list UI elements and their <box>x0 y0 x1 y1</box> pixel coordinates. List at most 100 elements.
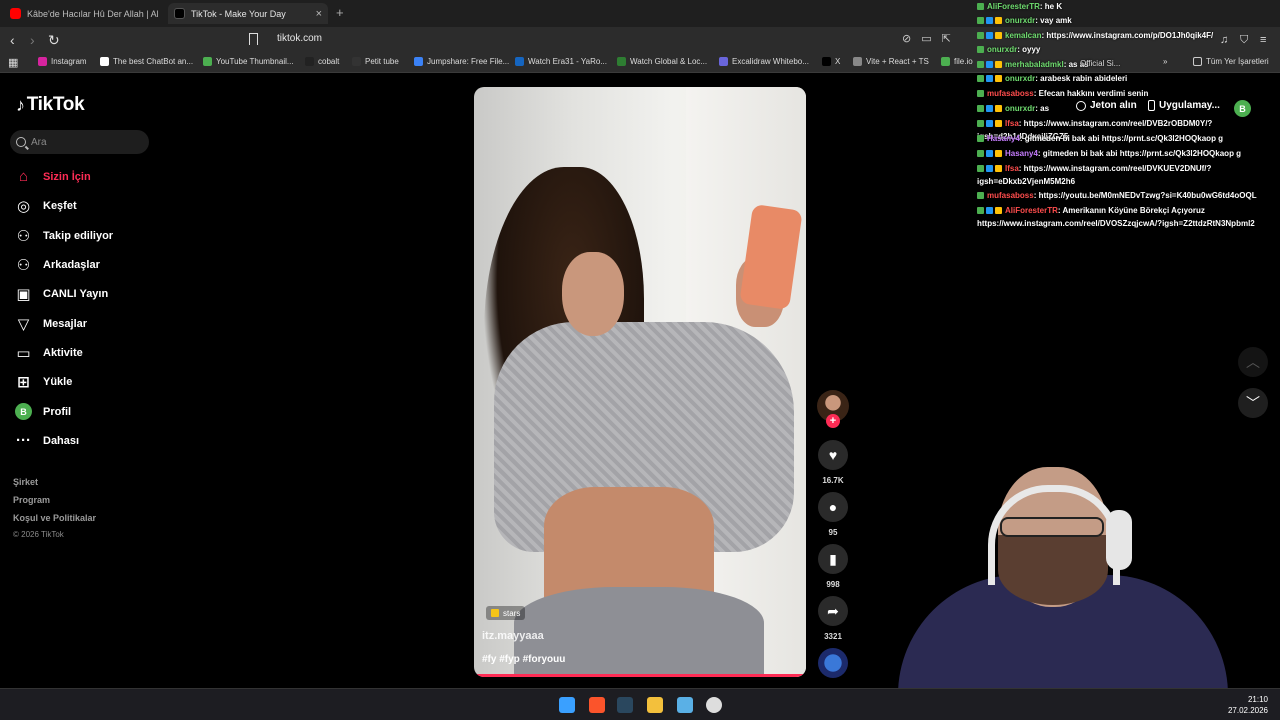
instagram-icon <box>38 57 47 66</box>
sidebar-item-activity[interactable]: ▭ Aktivite <box>14 343 82 362</box>
footer-link-program[interactable]: Program <box>13 495 50 505</box>
previous-video-button[interactable]: ︿ <box>1238 347 1268 377</box>
tab-youtube[interactable]: Kâbe'de Hacılar Hû Der Allah | Abdur <box>4 3 164 24</box>
bookmark-item[interactable]: file.io <box>941 57 973 66</box>
bookmark-item[interactable]: Vite + React + TS <box>853 57 929 66</box>
heart-icon: ♥ <box>828 447 838 463</box>
chat-username: mufasaboss <box>987 191 1034 200</box>
bookmark-label: file.io <box>954 57 973 66</box>
sidebar-item-upload[interactable]: ⊞ Yükle <box>14 372 72 391</box>
fileio-icon <box>941 57 950 66</box>
bookmark-item[interactable]: Petit tube <box>352 57 399 66</box>
tiktok-logo[interactable]: ♪ TikTok <box>16 94 85 116</box>
url-field[interactable]: tiktok.com <box>277 33 322 44</box>
windows-start-icon[interactable] <box>559 697 575 713</box>
bookmark-item[interactable]: cobalt <box>305 57 339 66</box>
chat-username: onurxdr <box>1005 16 1036 25</box>
chat-text: : arabesk rabin abideleri <box>1035 74 1128 83</box>
footer-link-company[interactable]: Şirket <box>13 477 38 487</box>
live-icon: ▣ <box>16 285 31 303</box>
sidebar-item-user-plus[interactable]: ⚇ Takip ediliyor <box>14 226 113 245</box>
clock-time: 21:10 <box>1247 695 1268 704</box>
reload-icon[interactable]: ↻ <box>48 32 60 48</box>
bookmark-item[interactable]: Jumpshare: Free File... <box>414 57 509 66</box>
chat-badge-icon <box>977 120 984 127</box>
petit-tube-icon <box>352 57 361 66</box>
sidebar-item-more[interactable]: ··· Dahası <box>14 431 79 450</box>
share-button[interactable]: ➦ <box>818 596 848 626</box>
comment-icon: ● <box>828 499 838 515</box>
file-explorer-icon[interactable] <box>647 697 663 713</box>
video-badge-label: stars <box>503 608 521 618</box>
video-progress-bar[interactable] <box>474 674 806 677</box>
video-hashtags[interactable]: #fy #fyp #foryouu <box>482 654 565 665</box>
sidebar-item-label: Arkadaşlar <box>43 258 100 271</box>
mute-icon[interactable]: ⊘ <box>902 32 911 45</box>
chat-username: AliForesterTR <box>987 2 1040 11</box>
bookmark-item[interactable]: The best ChatBot an... <box>100 57 193 66</box>
comment-count: 95 <box>828 528 838 537</box>
logo-text: TikTok <box>26 94 85 115</box>
video-username[interactable]: itz.mayyaaa <box>482 630 544 642</box>
share-count: 3321 <box>824 632 842 641</box>
music-disc-icon[interactable] <box>818 648 848 678</box>
system-clock[interactable]: 21:10 27.02.2026 <box>1226 694 1268 716</box>
profile-avatar: B <box>15 403 32 420</box>
taskbar: 21:10 27.02.2026 <box>0 688 1280 720</box>
video-badge[interactable]: stars <box>486 606 526 620</box>
sidebar-item-message[interactable]: ▽ Mesajlar <box>14 314 87 333</box>
footer-link-terms[interactable]: Koşul ve Politikalar <box>13 513 96 523</box>
next-video-button[interactable]: ﹀ <box>1238 388 1268 418</box>
youtube-icon <box>10 8 21 19</box>
photos-icon[interactable] <box>677 697 693 713</box>
follow-plus-icon[interactable]: + <box>826 414 840 428</box>
cast-icon[interactable]: ▭ <box>921 32 931 45</box>
like-button[interactable]: ♥ <box>818 440 848 470</box>
sidebar-item-friends[interactable]: ⚇ Arkadaşlar <box>14 255 100 274</box>
bookmark-label: X <box>835 57 841 66</box>
message-icon: ▽ <box>17 315 30 333</box>
bookmark-item[interactable]: Watch Era31 - YaRo... <box>515 57 607 66</box>
chat-badge-icon <box>986 150 993 157</box>
save-button[interactable]: ▮ <box>818 544 848 574</box>
chat-text: : https://youtu.be/M0mNEDvTzwg?si=K40bu0… <box>1033 191 1257 200</box>
comment-button[interactable]: ● <box>818 492 848 522</box>
steam-icon[interactable] <box>617 697 633 713</box>
sidebar-item-profile-avatar[interactable]: B Profil <box>14 402 71 421</box>
chat-badge-icon <box>977 192 984 199</box>
like-count: 16.7K <box>822 476 844 485</box>
obs-icon[interactable] <box>706 697 722 713</box>
share-icon[interactable]: ⇱ <box>942 32 951 45</box>
bookmark-item[interactable]: Instagram <box>38 57 87 66</box>
tab-tiktok[interactable]: TikTok - Make Your Day × <box>168 3 328 24</box>
sidebar-item-compass[interactable]: ◎ Keşfet <box>14 196 77 215</box>
chat-badge-icon <box>977 46 984 53</box>
chat-message: Hasany4: gitmeden bi bak abi https://prn… <box>977 132 1280 145</box>
chat-badge-icon <box>977 150 984 157</box>
sidebar-item-home[interactable]: ⌂ Sizin İçin <box>14 167 91 186</box>
bookmark-item[interactable]: Watch Global & Loc... <box>617 57 707 66</box>
apps-grid-icon[interactable]: ▦ <box>8 55 18 71</box>
video-player[interactable] <box>474 87 806 677</box>
bookmark-item[interactable]: YouTube Thumbnail... <box>203 57 294 66</box>
chat-badge-icon <box>995 17 1002 24</box>
new-tab-button[interactable]: + <box>336 5 344 20</box>
chat-message: onurxdr: vay amk <box>977 14 1280 27</box>
forward-icon[interactable]: › <box>30 32 35 48</box>
chevron-up-icon: ︿ <box>1246 354 1260 370</box>
sidebar-item-live[interactable]: ▣ CANLI Yayın <box>14 284 108 303</box>
close-tab-icon[interactable]: × <box>316 8 322 20</box>
bookmark-icon[interactable] <box>249 33 258 45</box>
bookmark-label: Watch Global & Loc... <box>630 57 708 66</box>
chat-username: onurxdr <box>1005 74 1036 83</box>
excalidraw-icon <box>719 57 728 66</box>
tab-title: Kâbe'de Hacılar Hû Der Allah | Abdur <box>27 8 158 19</box>
chat-badge-icon <box>986 75 993 82</box>
back-icon[interactable]: ‹ <box>10 32 15 48</box>
chat-username: merhabaladmkl <box>1005 60 1064 69</box>
brave-browser-icon[interactable] <box>589 697 605 713</box>
bookmark-item[interactable]: X <box>822 57 840 66</box>
search-input[interactable]: Ara <box>10 130 149 154</box>
bookmark-item[interactable]: Excalidraw Whitebo... <box>719 57 809 66</box>
chat-username: mufasaboss <box>987 89 1034 98</box>
